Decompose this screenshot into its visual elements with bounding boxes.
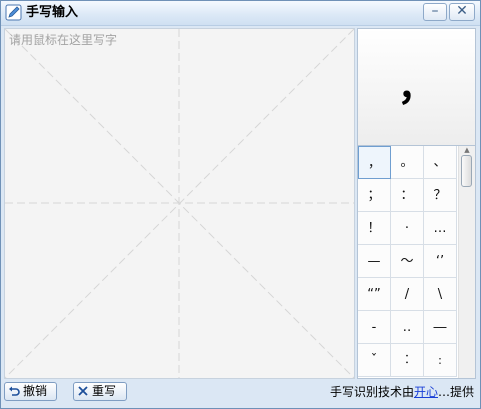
candidate-cell[interactable]: ， <box>358 146 391 179</box>
clear-button[interactable]: 重写 <box>73 382 127 401</box>
handwriting-window: 手写输入 – ✕ 请用鼠标在这里写字 ， ，。、 ；：？ ！ ·… — ～ ‘’ “” / \ ‑ ‥… <box>0 0 481 409</box>
guide-lines <box>5 29 354 378</box>
candidate-cell[interactable]: ﹕ <box>424 344 457 377</box>
recognized-preview: ， <box>358 29 475 146</box>
undo-button[interactable]: 撤销 <box>4 382 57 401</box>
candidate-cell[interactable]: ～ <box>391 245 424 278</box>
candidate-panel: ， ，。、 ；：？ ！ ·… — ～ ‘’ “” / \ ‑ ‥ ― ˇ ︰ ﹕ ▲ <box>357 28 476 379</box>
window-title: 手写输入 <box>26 5 79 20</box>
clear-x-icon <box>78 386 88 396</box>
title-bar[interactable]: 手写输入 – ✕ <box>1 1 480 26</box>
candidate-cell[interactable]: 。 <box>391 146 424 179</box>
candidate-cell[interactable]: ！ <box>358 212 391 245</box>
credit-prefix: 手写识别技术由 <box>329 385 414 399</box>
candidate-cell[interactable]: “” <box>358 278 391 311</box>
pencil-icon <box>5 4 22 21</box>
credit-suffix: …提供 <box>437 385 474 399</box>
close-button[interactable]: ✕ <box>449 3 475 21</box>
handwriting-canvas[interactable]: 请用鼠标在这里写字 <box>4 28 355 379</box>
candidate-cell[interactable]: ‘’ <box>424 245 457 278</box>
candidate-cell[interactable]: 、 <box>424 146 457 179</box>
candidate-cell[interactable]: ‥ <box>391 311 424 344</box>
credit-link[interactable]: 开心 <box>414 385 438 399</box>
candidate-cell[interactable]: ： <box>391 179 424 212</box>
bottom-toolbar: 撤销 重写 手写识别技术由开心…提供 <box>1 379 480 408</box>
scroll-up-arrow-icon[interactable]: ▲ <box>459 146 475 155</box>
minimize-button[interactable]: – <box>423 3 447 21</box>
undo-icon <box>9 386 20 396</box>
candidate-cell[interactable]: ； <box>358 179 391 212</box>
clear-label: 重写 <box>92 384 117 398</box>
candidate-grid: ，。、 ；：？ ！ ·… — ～ ‘’ “” / \ ‑ ‥ ― ˇ ︰ ﹕ <box>358 146 457 378</box>
undo-label: 撤销 <box>23 384 48 398</box>
candidate-cell[interactable]: / <box>391 278 424 311</box>
scroll-thumb[interactable] <box>461 155 472 187</box>
credit-text: 手写识别技术由开心…提供 <box>330 384 474 400</box>
candidate-cell[interactable]: ― <box>424 311 457 344</box>
candidate-cell[interactable]: · <box>391 212 424 245</box>
scrollbar[interactable]: ▲ <box>458 146 475 378</box>
canvas-placeholder: 请用鼠标在这里写字 <box>9 33 118 47</box>
candidate-cell[interactable]: ？ <box>424 179 457 212</box>
candidate-cell[interactable]: \ <box>424 278 457 311</box>
candidate-cell[interactable]: — <box>358 245 391 278</box>
candidate-cell[interactable]: … <box>424 212 457 245</box>
candidate-cell[interactable]: ︰ <box>391 344 424 377</box>
candidate-cell[interactable]: ˇ <box>358 344 391 377</box>
candidate-cell[interactable]: ‑ <box>358 311 391 344</box>
